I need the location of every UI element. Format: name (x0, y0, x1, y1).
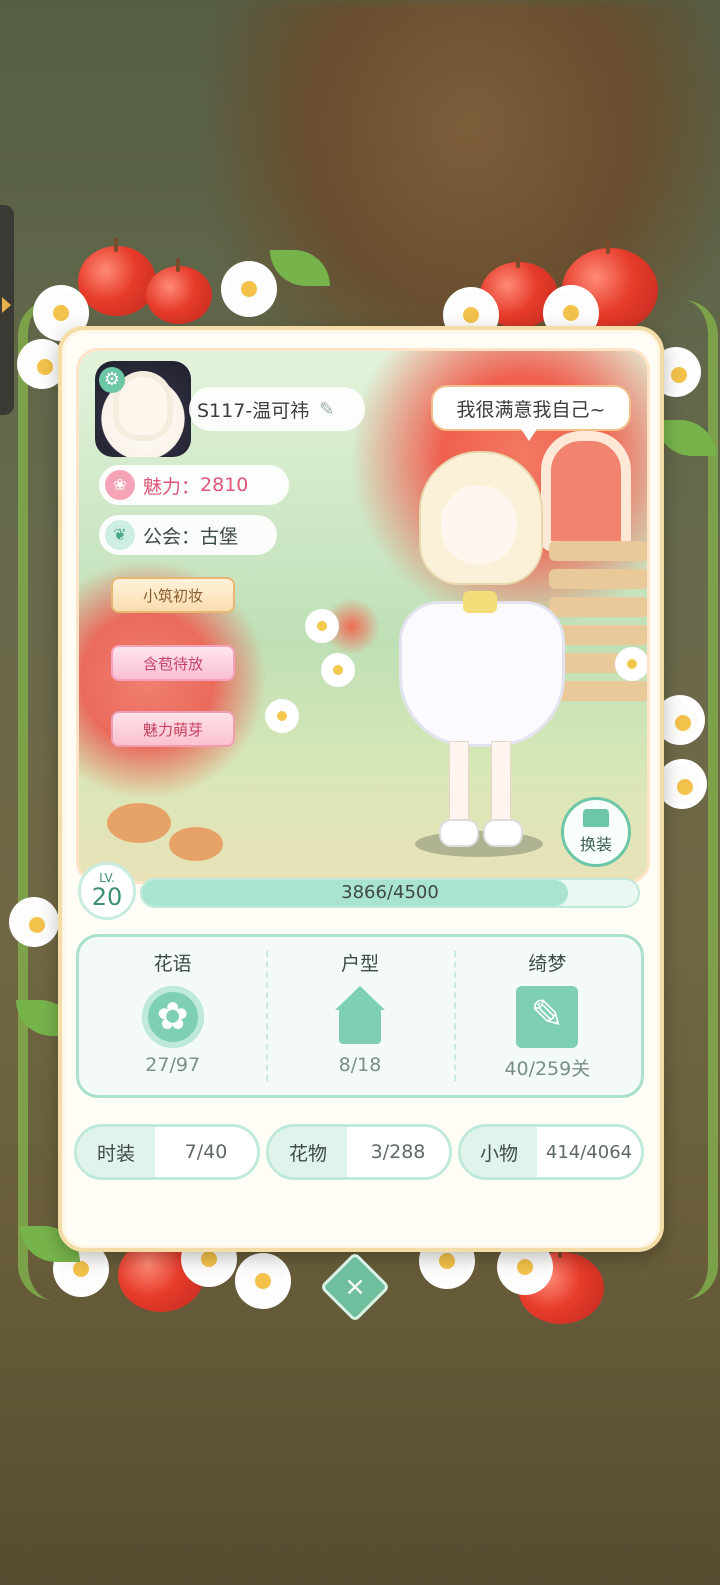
collection-dream[interactable]: 绮梦 40/259关 (453, 937, 641, 1095)
scene-flower (619, 651, 645, 677)
character-face (441, 485, 517, 565)
avatar[interactable]: ⚙ (95, 361, 191, 457)
collection-label: 花语 (153, 953, 192, 975)
flower-decoration (660, 700, 700, 740)
character-shoe (483, 819, 523, 847)
character-figure (379, 451, 579, 871)
character-bow (463, 591, 497, 613)
character-dress (399, 601, 565, 747)
collection-value: 27/97 (145, 1054, 201, 1076)
avatar-face (119, 377, 167, 435)
change-outfit-label: 换装 (579, 835, 612, 854)
charm-value: 2810 (200, 474, 249, 496)
inventory-label: 花物 (269, 1127, 347, 1177)
settings-icon[interactable]: ⚙ (99, 367, 125, 393)
charm-stat: ❀ 魅力： 2810 (99, 465, 289, 505)
collection-value: 40/259关 (504, 1058, 591, 1080)
scene-stump (169, 827, 223, 861)
scene-flower (269, 703, 295, 729)
guild-value: 古堡 (200, 525, 239, 548)
title-badge[interactable]: 含苞待放 (111, 645, 235, 681)
flower-decoration (14, 902, 54, 942)
collection-flower-language[interactable]: 花语 27/97 (79, 937, 266, 1095)
profile-card: ⚙ S117-温可祎 ✎ ❀ 魅力： 2810 ❦ 公会： 古堡 小筑初妆 含苞… (58, 326, 664, 1252)
inventory-label: 时装 (77, 1127, 155, 1177)
title-badge[interactable]: 魅力萌芽 (111, 711, 235, 747)
collection-label: 户型 (340, 953, 379, 975)
rose-icon: ❀ (105, 470, 135, 500)
flower-icon (141, 986, 204, 1048)
guild-label: 公会： (143, 525, 201, 548)
player-name-pill[interactable]: S117-温可祎 ✎ (189, 387, 365, 431)
collection-label: 绮梦 (528, 953, 567, 975)
collection-value: 8/18 (338, 1054, 382, 1076)
title-badge[interactable]: 小筑初妆 (111, 577, 235, 613)
inventory-value: 3/288 (347, 1127, 449, 1177)
house-icon (329, 986, 391, 1048)
collection-house-type[interactable]: 户型 8/18 (266, 937, 453, 1095)
flower-decoration (662, 764, 702, 804)
apple-decoration (146, 258, 212, 324)
book-quill-icon (516, 986, 579, 1048)
charm-label: 魅力： (143, 475, 201, 498)
inventory-outfits[interactable]: 时装 7/40 (74, 1124, 260, 1180)
inventory-flowers[interactable]: 花物 3/288 (266, 1124, 452, 1180)
scene-stump (107, 803, 171, 843)
character-shadow (415, 831, 543, 857)
xp-text: 3866/4500 (341, 882, 439, 903)
scene-flower (325, 657, 351, 683)
inventory-label: 小物 (461, 1127, 537, 1177)
flower-decoration (240, 1258, 286, 1304)
guild-emblem-icon: ❦ (105, 520, 135, 550)
apple-decoration (78, 238, 156, 316)
inventory-row: 时装 7/40 花物 3/288 小物 414/4064 (74, 1124, 646, 1182)
scene-flower (309, 613, 335, 639)
collections-panel: 花语 27/97 户型 8/18 绮梦 40/259关 (76, 934, 644, 1098)
xp-progress-bar: 3866/4500 (140, 878, 640, 908)
flower-decoration (22, 344, 62, 384)
player-name: S117-温可祎 (197, 399, 310, 422)
speech-bubble[interactable]: 我很满意我自己~ (431, 385, 631, 441)
level-number: 20 (91, 883, 123, 911)
inventory-value: 7/40 (155, 1127, 257, 1177)
side-drawer-tab[interactable] (0, 205, 14, 415)
change-outfit-button[interactable]: 换装 (561, 797, 631, 867)
inventory-small-items[interactable]: 小物 414/4064 (458, 1124, 644, 1180)
inventory-value: 414/4064 (537, 1127, 641, 1177)
edit-icon[interactable]: ✎ (319, 399, 334, 420)
level-section: LV. 20 3866/4500 (78, 862, 646, 922)
guild-stat[interactable]: ❦ 公会： 古堡 (99, 515, 277, 555)
close-icon: × (344, 1272, 366, 1302)
chevron-right-icon (2, 297, 11, 313)
flower-decoration (226, 266, 272, 312)
level-badge: LV. 20 (78, 862, 136, 920)
character-scene: ⚙ S117-温可祎 ✎ ❀ 魅力： 2810 ❦ 公会： 古堡 小筑初妆 含苞… (76, 348, 650, 884)
character-shoe (439, 819, 479, 847)
shirt-icon (583, 809, 609, 827)
